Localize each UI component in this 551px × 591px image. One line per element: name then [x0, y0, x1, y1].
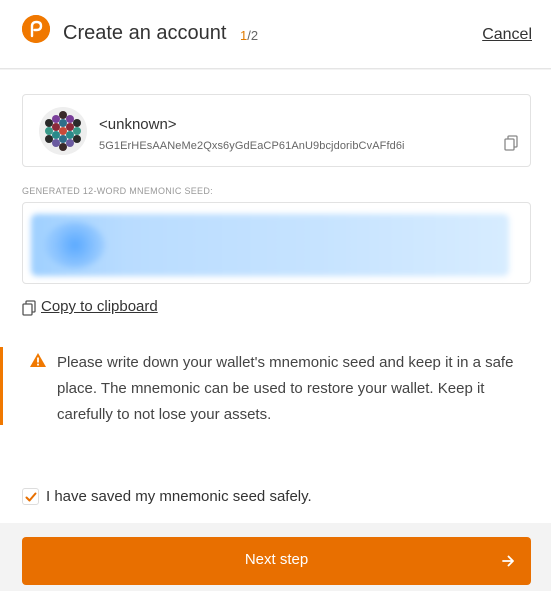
account-card: <unknown> 5G1ErHEsAANeMe2Qxs6yGdEaCP61An… — [22, 94, 531, 167]
account-address: 5G1ErHEsAANeMe2Qxs6yGdEaCP61AnU9bcjdorib… — [99, 140, 405, 152]
arrow-right-icon — [502, 555, 514, 567]
avatar — [39, 107, 87, 155]
account-name: <unknown> — [99, 116, 177, 133]
warning-box: Please write down your wallet's mnemonic… — [0, 347, 551, 425]
seed-blur-highlight — [45, 222, 105, 268]
mnemonic-seed-box — [22, 202, 531, 284]
confirm-checkbox-label: I have saved my mnemonic seed safely. — [46, 488, 312, 505]
copy-icon — [22, 300, 36, 316]
step-total: /2 — [247, 28, 259, 43]
page-title: Create an account — [63, 22, 227, 44]
cancel-button[interactable]: Cancel — [482, 26, 532, 44]
main-content: <unknown> 5G1ErHEsAANeMe2Qxs6yGdEaCP61An… — [0, 70, 551, 523]
mnemonic-seed-blurred — [31, 214, 509, 276]
seed-label: GENERATED 12-WORD MNEMONIC SEED: — [22, 186, 213, 196]
copy-icon[interactable] — [504, 135, 518, 151]
copy-to-clipboard-label: Copy to clipboard — [41, 298, 158, 315]
next-step-label: Next step — [244, 551, 309, 568]
warning-icon — [30, 353, 46, 367]
next-step-button[interactable]: Next step — [22, 537, 531, 585]
header: Create an account 1/2 Cancel — [0, 0, 551, 69]
confirm-checkbox[interactable] — [22, 488, 39, 505]
check-icon — [25, 492, 37, 502]
warning-text: Please write down your wallet's mnemonic… — [57, 354, 514, 423]
polkadot-logo-icon — [22, 15, 50, 43]
step-indicator: 1/2 — [240, 28, 258, 43]
